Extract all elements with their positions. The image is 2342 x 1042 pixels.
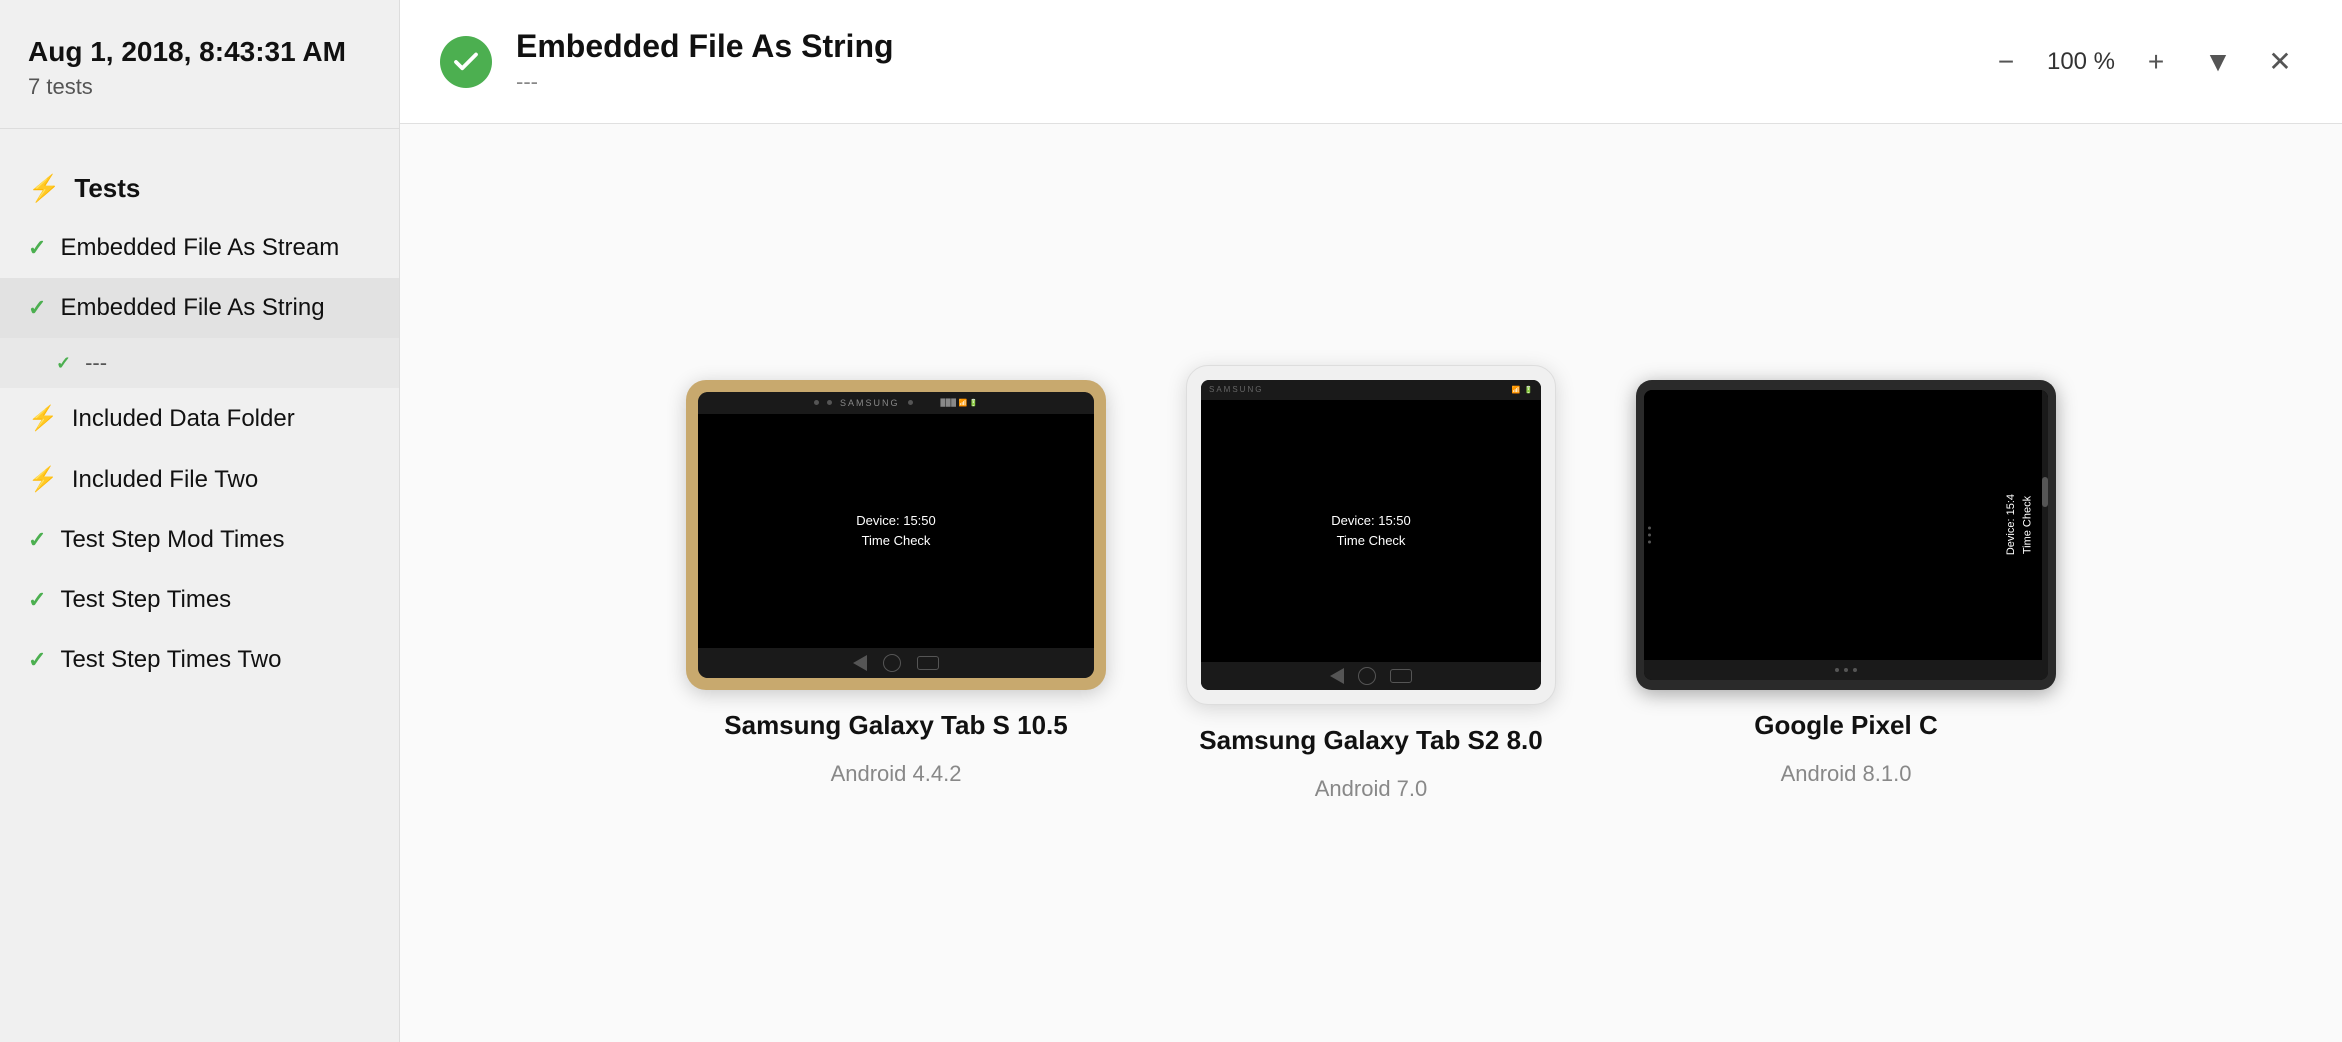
zoom-out-button[interactable]: − bbox=[1984, 40, 2028, 84]
main-content: Embedded File As String --- − 100 % + ▼ … bbox=[400, 0, 2342, 1042]
check-icon: ✓ bbox=[28, 235, 46, 261]
device-frame-samsung-tab-s-105: SAMSUNG ▉▉▉ 📶 🔋 Device: 15:50 Time Check bbox=[686, 380, 1106, 690]
devices-grid: SAMSUNG ▉▉▉ 📶 🔋 Device: 15:50 Time Check bbox=[400, 124, 2342, 1042]
device-frame-samsung-tab-s2-80: SAMSUNG 📶🔋 Device: 15:50 Time Check bbox=[1186, 365, 1556, 705]
sidebar-item-label: Test Step Times Two bbox=[60, 646, 281, 674]
device-screen-text-3: Device: 15:4 Time Check bbox=[2003, 494, 2036, 555]
device-screen-text-1: Device: 15:50 Time Check bbox=[856, 511, 936, 550]
pass-status-icon bbox=[440, 36, 492, 88]
device-name-samsung-tab-s-105: Samsung Galaxy Tab S 10.5 bbox=[724, 710, 1067, 741]
device-name-samsung-tab-s2-80: Samsung Galaxy Tab S2 8.0 bbox=[1199, 725, 1542, 756]
filter-button[interactable]: ▼ bbox=[2196, 40, 2240, 84]
sidebar-item-included-file-two[interactable]: ⚡ Included File Two bbox=[0, 449, 399, 510]
check-icon: ✓ bbox=[28, 587, 46, 613]
zoom-in-button[interactable]: + bbox=[2134, 40, 2178, 84]
device-os-samsung-tab-s-105: Android 4.4.2 bbox=[831, 761, 962, 787]
bolt-icon: ⚡ bbox=[28, 173, 60, 204]
bolt-icon: ⚡ bbox=[28, 465, 58, 494]
sidebar-item-embedded-file-stream[interactable]: ✓ Embedded File As Stream bbox=[0, 218, 399, 278]
sidebar-item-label: Test Step Times bbox=[60, 586, 231, 614]
sidebar-item-included-data-folder[interactable]: ⚡ Included Data Folder bbox=[0, 388, 399, 449]
sidebar: Aug 1, 2018, 8:43:31 AM 7 tests ⚡ Tests … bbox=[0, 0, 400, 1042]
bolt-icon: ⚡ bbox=[28, 404, 58, 433]
sidebar-count: 7 tests bbox=[28, 74, 371, 100]
device-card-google-pixel-c: Device: 15:4 Time Check Google Pixel C bbox=[1636, 380, 2056, 787]
device-screen-text-2: Device: 15:50 Time Check bbox=[1331, 511, 1411, 550]
sidebar-header: Aug 1, 2018, 8:43:31 AM 7 tests bbox=[0, 0, 399, 129]
device-os-google-pixel-c: Android 8.1.0 bbox=[1781, 761, 1912, 787]
sidebar-subitem-dashes[interactable]: ✓ --- bbox=[0, 338, 399, 388]
sidebar-item-label: Test Step Mod Times bbox=[60, 526, 284, 554]
sidebar-item-test-step-mod-times[interactable]: ✓ Test Step Mod Times bbox=[0, 510, 399, 570]
check-icon: ✓ bbox=[28, 295, 46, 321]
sidebar-item-test-step-times[interactable]: ✓ Test Step Times bbox=[0, 570, 399, 630]
sidebar-item-label: Embedded File As String bbox=[60, 294, 324, 322]
close-button[interactable]: ✕ bbox=[2258, 40, 2302, 84]
check-icon: ✓ bbox=[28, 647, 46, 673]
sidebar-item-label: Included Data Folder bbox=[72, 405, 295, 433]
sidebar-nav: ⚡ Tests ✓ Embedded File As Stream ✓ Embe… bbox=[0, 129, 399, 1042]
sidebar-item-test-step-times-two[interactable]: ✓ Test Step Times Two bbox=[0, 630, 399, 690]
device-name-google-pixel-c: Google Pixel C bbox=[1754, 710, 1938, 741]
sidebar-section-header: ⚡ Tests bbox=[0, 159, 399, 218]
device-frame-google-pixel-c: Device: 15:4 Time Check bbox=[1636, 380, 2056, 690]
test-name-title: Embedded File As String bbox=[516, 28, 1960, 65]
zoom-level: 100 % bbox=[2046, 48, 2116, 76]
header-controls: − 100 % + ▼ ✕ bbox=[1984, 40, 2302, 84]
device-os-samsung-tab-s2-80: Android 7.0 bbox=[1315, 776, 1428, 802]
check-icon: ✓ bbox=[28, 527, 46, 553]
sidebar-item-label: Embedded File As Stream bbox=[60, 234, 339, 262]
sidebar-section-label: Tests bbox=[74, 173, 140, 204]
check-icon: ✓ bbox=[56, 353, 71, 374]
device-card-samsung-tab-s2-80: SAMSUNG 📶🔋 Device: 15:50 Time Check bbox=[1186, 365, 1556, 802]
main-header: Embedded File As String --- − 100 % + ▼ … bbox=[400, 0, 2342, 124]
sidebar-item-embedded-file-string[interactable]: ✓ Embedded File As String bbox=[0, 278, 399, 338]
sidebar-date: Aug 1, 2018, 8:43:31 AM bbox=[28, 36, 371, 68]
sidebar-item-label: Included File Two bbox=[72, 466, 258, 494]
test-subtitle: --- bbox=[516, 69, 1960, 95]
device-card-samsung-tab-s-105: SAMSUNG ▉▉▉ 📶 🔋 Device: 15:50 Time Check bbox=[686, 380, 1106, 787]
main-header-title-block: Embedded File As String --- bbox=[516, 28, 1960, 95]
sidebar-subitem-label: --- bbox=[85, 350, 107, 376]
